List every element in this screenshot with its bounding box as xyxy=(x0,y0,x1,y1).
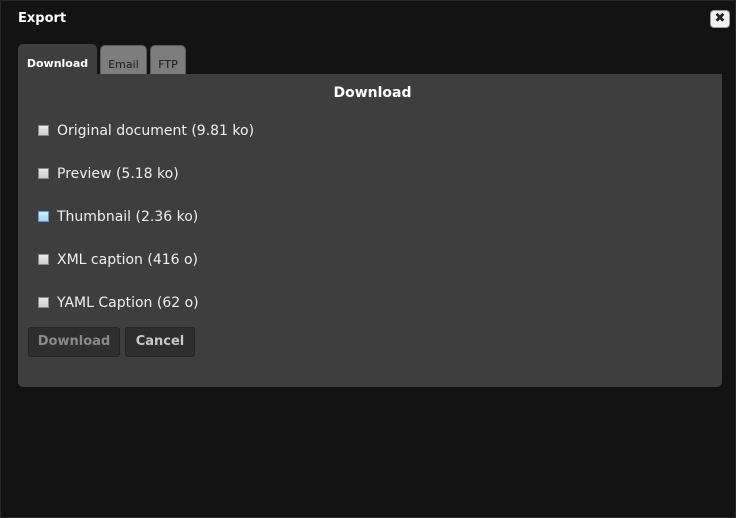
checkbox-original-document[interactable] xyxy=(38,125,49,136)
panel-title: Download xyxy=(333,85,412,101)
option-label: Preview (5.18 ko) xyxy=(57,166,179,182)
close-button[interactable]: ✖ xyxy=(710,10,730,28)
download-panel: Download Original document (9.81 ko) Pre… xyxy=(18,74,722,387)
option-label: Thumbnail (2.36 ko) xyxy=(57,209,199,225)
tab-ftp[interactable]: FTP xyxy=(150,45,186,74)
cancel-button[interactable]: Cancel xyxy=(125,327,195,357)
option-label: XML caption (416 o) xyxy=(57,252,199,268)
option-label: YAML Caption (62 o) xyxy=(57,295,199,311)
close-icon: ✖ xyxy=(714,11,726,26)
tab-download[interactable]: Download xyxy=(18,44,97,75)
checkbox-preview[interactable] xyxy=(38,168,49,179)
tab-email[interactable]: Email xyxy=(100,45,147,74)
checkbox-xml-caption[interactable] xyxy=(38,254,49,265)
dialog-title: Export xyxy=(18,11,67,26)
checkbox-yaml-caption[interactable] xyxy=(38,297,49,308)
export-dialog: Export ✖ Download Email FTP Download Ori… xyxy=(0,0,736,518)
download-button[interactable]: Download xyxy=(28,327,120,357)
checkbox-thumbnail[interactable] xyxy=(38,211,49,222)
option-label: Original document (9.81 ko) xyxy=(57,123,255,139)
